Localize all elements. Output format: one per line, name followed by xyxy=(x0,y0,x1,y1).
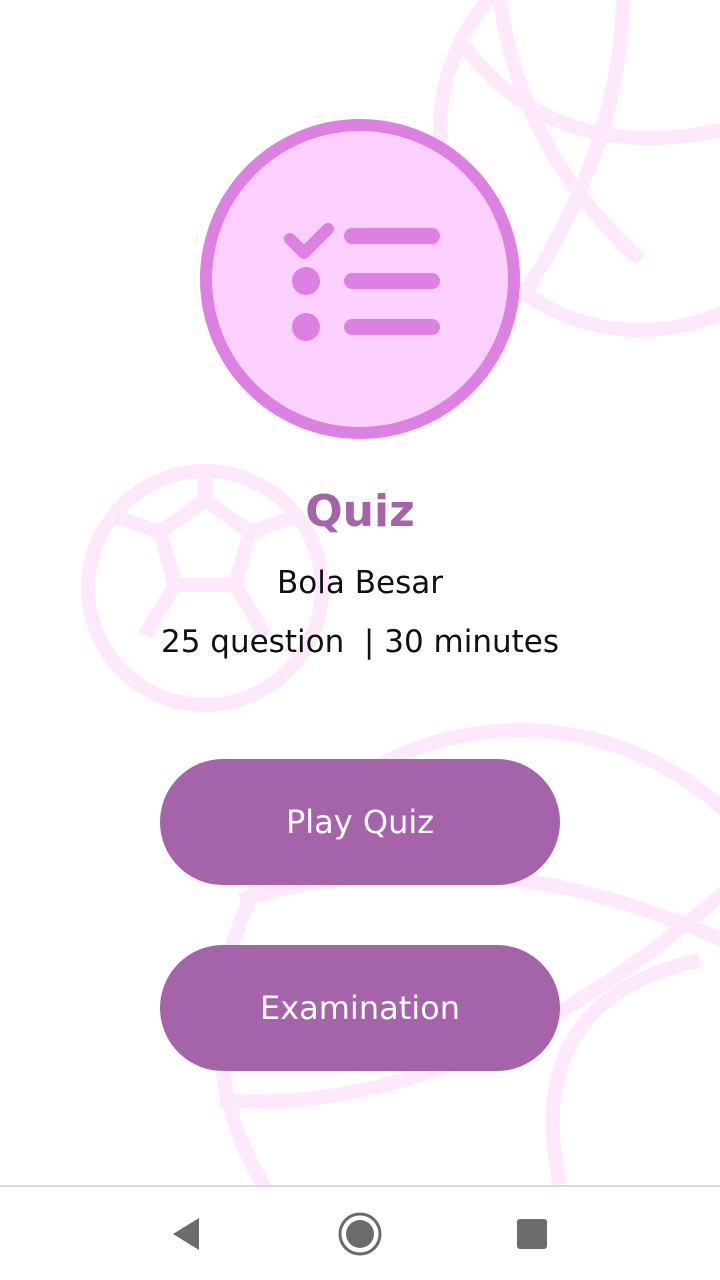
quiz-subject: Bola Besar xyxy=(277,565,443,601)
quiz-meta-info: 25 question | 30 minutes xyxy=(160,624,560,660)
home-circle-icon[interactable] xyxy=(335,1209,385,1259)
system-navigation-bar xyxy=(0,1185,720,1280)
recent-square-icon[interactable] xyxy=(507,1209,557,1259)
examination-button[interactable]: Examination xyxy=(160,945,560,1071)
back-triangle-icon[interactable] xyxy=(161,1209,211,1259)
page-title: Quiz xyxy=(305,486,415,537)
quiz-icon-circle xyxy=(200,119,520,439)
play-quiz-button[interactable]: Play Quiz xyxy=(160,759,560,885)
checklist-icon xyxy=(284,223,440,341)
